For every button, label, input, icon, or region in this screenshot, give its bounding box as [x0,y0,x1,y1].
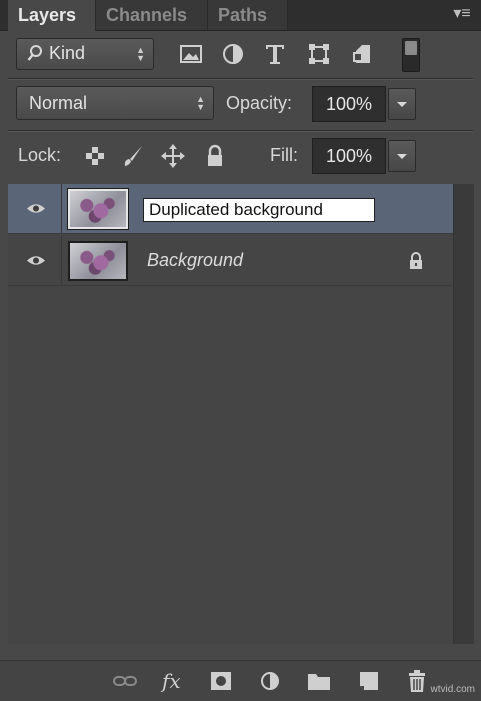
layer-name: Background [147,250,244,270]
layer-lock-icon [410,252,422,269]
add-layer-mask-icon[interactable] [208,669,234,693]
stepper-arrows-icon: ▲ ▼ [196,94,205,112]
opacity-dropdown-button[interactable] [388,88,416,120]
shape-filter-icon[interactable] [306,41,332,67]
eye-icon [27,256,45,265]
adjustment-filter-icon[interactable] [220,41,246,67]
lock-image-pixels-brush-icon[interactable] [120,143,146,169]
visibility-toggle[interactable] [8,236,62,286]
blend-mode-dropdown[interactable]: Normal ▲ ▼ [16,86,214,120]
search-icon [27,44,43,69]
layer-thumbnail [68,241,128,281]
lock-position-move-icon[interactable] [160,143,186,169]
fill-dropdown-button[interactable] [388,140,416,172]
opacity-label: Opacity: [226,93,293,113]
layer-row-duplicated-background[interactable]: Duplicated background [8,184,453,234]
eye-icon [27,204,45,213]
layer-row-background[interactable]: Background [8,236,453,286]
layer-thumbnail [67,188,129,230]
new-adjustment-layer-icon[interactable] [258,669,284,693]
filter-toggle-switch[interactable] [402,38,420,72]
layer-style-button[interactable]: fx [162,669,194,693]
lock-transparent-pixels-icon[interactable] [82,143,108,169]
blend-mode-value: Normal [29,93,88,113]
tab-paths[interactable]: Paths [208,0,288,30]
layers-list: Duplicated background Background [8,184,453,644]
image-filter-icon[interactable] [178,41,204,67]
new-group-folder-icon[interactable] [306,669,332,693]
panel-menu-icon[interactable]: ▾≡ [451,5,473,23]
visibility-toggle[interactable] [8,184,62,234]
layers-panel: Layers Channels Paths ▾≡ Kind ▲ ▼ Normal … [0,0,481,701]
lock-label: Lock: [18,145,62,165]
divider [8,130,473,132]
filter-kind-label: Kind [49,43,86,63]
smart-object-filter-icon[interactable] [350,41,376,67]
lock-all-icon[interactable] [202,143,228,169]
stepper-arrows-icon: ▲ ▼ [136,45,145,63]
link-layers-icon[interactable] [112,669,138,693]
watermark: wtvid.com [430,684,475,695]
filter-kind-dropdown[interactable]: Kind ▲ ▼ [16,38,154,70]
fill-field[interactable]: 100% [312,138,386,174]
delete-layer-trash-icon[interactable] [404,669,430,693]
toggle-knob [405,41,417,55]
panel-tab-bar: Layers Channels Paths ▾≡ [0,0,481,31]
new-layer-icon[interactable] [356,669,382,693]
layer-name-input[interactable]: Duplicated background [143,198,375,222]
opacity-field[interactable]: 100% [312,86,386,122]
type-filter-icon[interactable] [262,41,288,67]
fx-icon: fx [162,669,181,693]
panel-footer: fx [0,660,481,701]
divider [8,78,473,80]
fill-label: Fill: [270,145,298,165]
tab-channels[interactable]: Channels [96,0,208,30]
layers-scrollbar[interactable] [453,184,474,644]
tab-layers[interactable]: Layers [8,0,96,31]
